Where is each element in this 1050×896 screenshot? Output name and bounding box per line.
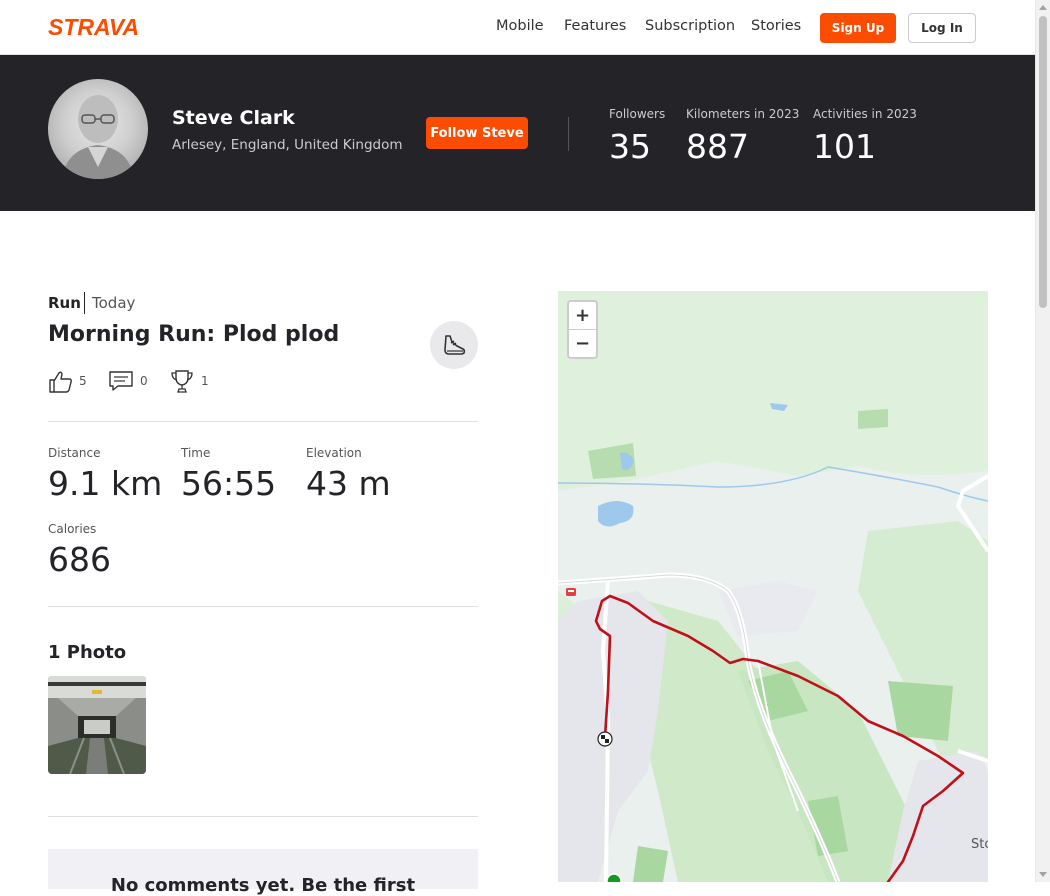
photos-heading: 1 Photo (48, 642, 127, 663)
no-comments-message: No comments yet. Be the first (110, 875, 416, 896)
page-scrollbar[interactable] (1035, 0, 1050, 882)
activity-map[interactable]: Sto (558, 291, 988, 882)
follow-button[interactable]: Follow Steve (426, 117, 528, 149)
scroll-up-arrow-icon[interactable] (1039, 5, 1047, 10)
nav-link-stories[interactable]: Stories (751, 18, 801, 34)
nav-link-subscription[interactable]: Subscription (645, 18, 735, 34)
top-nav: STRAVA Mobile Features Subscription Stor… (0, 0, 1035, 55)
divider (48, 421, 478, 422)
activity-type: Run (48, 294, 81, 312)
log-in-button[interactable]: Log In (908, 13, 976, 43)
comments-button[interactable]: 0 (108, 367, 148, 395)
underpass-photo-image (48, 676, 146, 774)
scrollbar-thumb[interactable] (1039, 16, 1047, 308)
elevation-value: 43 m (306, 464, 391, 503)
strava-logo[interactable]: STRAVA (48, 14, 144, 45)
activities-value: 101 (813, 127, 876, 166)
achievements-count: 1 (201, 374, 209, 388)
followers-count[interactable]: 35 (609, 127, 651, 166)
activity-type-separator (84, 292, 85, 314)
activities-label: Activities in 2023 (813, 107, 917, 121)
distance-value: 9.1 km (48, 464, 163, 503)
trophy-icon (171, 370, 193, 393)
nav-link-features[interactable]: Features (564, 18, 626, 34)
thumbs-up-icon (49, 371, 72, 393)
divider (48, 606, 478, 607)
comments-count: 0 (140, 374, 148, 388)
avatar-image (62, 95, 134, 179)
activity-photo[interactable] (48, 676, 146, 774)
zoom-in-button[interactable]: + (569, 302, 596, 329)
kudos-count: 5 (79, 374, 87, 388)
nav-link-mobile[interactable]: Mobile (496, 18, 544, 34)
kilometers-label: Kilometers in 2023 (686, 107, 800, 121)
divider (48, 816, 478, 817)
kudos-button[interactable]: 5 (48, 367, 87, 395)
running-shoe-icon (444, 335, 466, 355)
header-divider (568, 117, 569, 151)
map-zoom-control: + − (567, 300, 598, 359)
time-label: Time (181, 446, 211, 460)
followers-label: Followers (609, 107, 666, 121)
athlete-location: Arlesey, England, United Kingdom (172, 137, 403, 153)
distance-label: Distance (48, 446, 101, 460)
comment-icon (109, 371, 133, 391)
map-tiles (558, 291, 988, 882)
activity-date: Today (92, 294, 136, 312)
achievements-button[interactable]: 1 (169, 367, 209, 395)
avatar[interactable] (48, 79, 148, 179)
scroll-down-arrow-icon[interactable] (1039, 872, 1047, 877)
athlete-header: Steve Clark Arlesey, England, United Kin… (0, 55, 1035, 211)
athlete-name: Steve Clark (172, 107, 295, 129)
calories-value: 686 (48, 540, 111, 579)
elevation-label: Elevation (306, 446, 362, 460)
sport-type-badge (430, 321, 478, 369)
activity-title: Morning Run: Plod plod (48, 322, 340, 347)
zoom-out-button[interactable]: − (569, 329, 596, 356)
svg-text:STRAVA: STRAVA (48, 15, 139, 40)
kilometers-value: 887 (686, 127, 749, 166)
calories-label: Calories (48, 522, 97, 536)
map-place-label: Sto (971, 837, 988, 852)
strava-logo-mark: STRAVA (48, 14, 139, 40)
comments-section: No comments yet. Be the first (48, 849, 478, 896)
sign-up-button[interactable]: Sign Up (820, 13, 896, 43)
time-value: 56:55 (181, 464, 277, 503)
